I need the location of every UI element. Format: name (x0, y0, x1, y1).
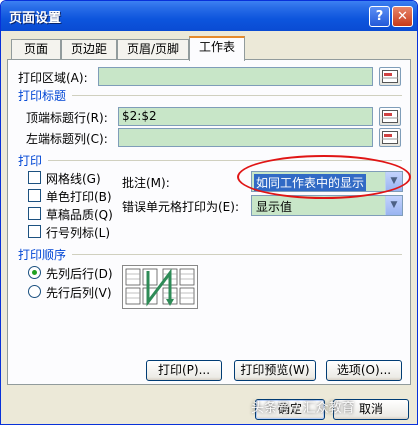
comments-label: 批注(M): (122, 176, 170, 190)
page-order-section: 打印顺序 (18, 248, 67, 262)
top-rows-picker-button[interactable] (379, 107, 401, 126)
cell-errors-label: 错误单元格打印为(E): (122, 200, 239, 214)
tab-page[interactable]: 页面 (11, 39, 61, 60)
print-button[interactable]: 打印(P)... (146, 360, 222, 381)
dialog-title: 页面设置 (9, 11, 62, 26)
page-order-diagram-icon (125, 268, 195, 307)
top-rows-input[interactable]: $2:$2 (118, 107, 373, 126)
print-preview-button[interactable]: 打印预览(W) (234, 360, 316, 381)
cell-errors-select[interactable]: 显示值 ▼ (251, 195, 403, 216)
draft-quality-label: 草稿品质(Q) (46, 208, 113, 222)
page-setup-dialog: 页面设置 ? ✕ 页面 页边距 页眉/页脚 工作表 打印区域(A): 打印标题 … (0, 0, 418, 425)
comments-select-value: 如同工作表中的显示 (254, 174, 367, 191)
down-then-over-label: 先列后行(D) (46, 267, 113, 281)
left-columns-input[interactable] (118, 128, 373, 147)
print-section: 打印 (18, 154, 43, 168)
gridlines-label: 网格线(G) (46, 172, 101, 186)
range-picker-icon (382, 131, 398, 144)
over-then-down-label: 先行后列(V) (46, 286, 112, 300)
print-area-picker-button[interactable] (379, 67, 401, 86)
chevron-down-icon[interactable]: ▼ (385, 172, 402, 191)
title-bar[interactable]: 页面设置 ? ✕ (1, 1, 417, 31)
range-picker-icon (382, 70, 398, 83)
row-col-headings-checkbox[interactable] (28, 225, 41, 238)
options-button[interactable]: 选项(O)... (326, 360, 402, 381)
tab-header-footer[interactable]: 页眉/页脚 (117, 39, 189, 60)
sheet-tab-panel: 打印区域(A): 打印标题 顶端标题行(R): $2:$2 左端标题列(C): (7, 59, 411, 385)
comments-select[interactable]: 如同工作表中的显示 ▼ (251, 171, 403, 192)
tab-margins[interactable]: 页边距 (61, 39, 117, 60)
draft-quality-checkbox[interactable] (28, 207, 41, 220)
tab-sheet[interactable]: 工作表 (189, 36, 245, 61)
range-picker-icon (382, 110, 398, 123)
section-divider (48, 160, 402, 161)
watermark: 头条号 / 汇众教育 (251, 401, 355, 416)
left-columns-picker-button[interactable] (379, 128, 401, 147)
chevron-down-icon[interactable]: ▼ (385, 196, 402, 215)
print-area-label: 打印区域(A): (18, 71, 88, 85)
close-button[interactable]: ✕ (392, 6, 413, 27)
gridlines-checkbox[interactable] (28, 171, 41, 184)
top-rows-label: 顶端标题行(R): (26, 111, 108, 125)
print-area-input[interactable] (98, 67, 373, 86)
black-white-label: 单色打印(B) (46, 190, 112, 204)
row-col-headings-label: 行号列标(L) (46, 226, 111, 240)
down-then-over-radio[interactable] (28, 266, 41, 279)
radio-selected-dot (32, 270, 37, 275)
section-divider (72, 95, 402, 96)
left-columns-label: 左端标题列(C): (26, 132, 108, 146)
section-divider (72, 254, 402, 255)
help-button[interactable]: ? (369, 6, 390, 27)
print-titles-section: 打印标题 (18, 89, 67, 103)
black-white-checkbox[interactable] (28, 189, 41, 202)
cell-errors-select-value: 显示值 (256, 200, 293, 214)
page-order-preview (122, 265, 198, 309)
over-then-down-radio[interactable] (28, 285, 41, 298)
